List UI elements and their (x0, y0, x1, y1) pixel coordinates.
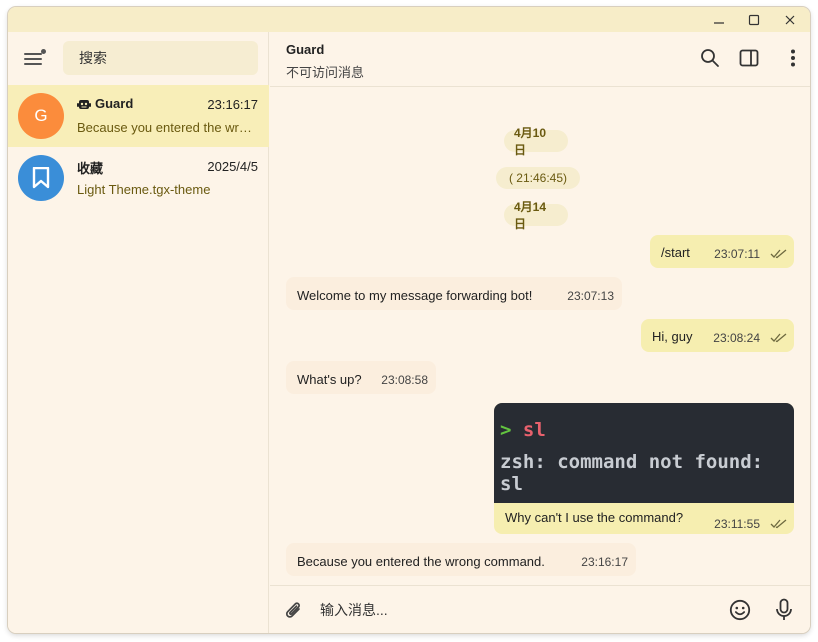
main-menu-button[interactable] (24, 49, 46, 67)
close-icon (785, 15, 795, 24)
message-text: Hi, guy (652, 329, 693, 344)
time-separator: ( 21:46:45) (496, 167, 580, 189)
message-text: /start (661, 245, 690, 260)
message-outgoing[interactable]: /start 23:07:11 (650, 235, 794, 268)
message-text: Why can't I use the command? (505, 510, 684, 525)
terminal-output: zsh: command not found: sl (500, 451, 764, 495)
more-icon (791, 49, 795, 67)
message-composer: 输入消息... (270, 585, 810, 633)
message-incoming[interactable]: Welcome to my message forwarding bot! 23… (286, 277, 622, 310)
message-time: 23:11:55 (714, 517, 760, 531)
sidebar-toggle-icon (739, 49, 759, 67)
emoji-icon (729, 599, 751, 621)
message-time: 23:16:17 (581, 555, 628, 569)
chat-preview: Light Theme.tgx-theme (77, 182, 211, 197)
terminal-command: sl (522, 419, 546, 441)
minimize-button[interactable] (704, 7, 734, 32)
chat-item-saved-messages[interactable]: 收藏 2025/4/5 Light Theme.tgx-theme (8, 147, 269, 209)
chat-header: Guard 不可访问消息 (270, 32, 810, 87)
message-time: 23:08:24 (713, 331, 760, 345)
message-outgoing[interactable]: Hi, guy 23:08:24 (641, 319, 794, 352)
message-list[interactable]: 4月10日 ( 21:46:45) 4月14日 /start 23:07:11 … (270, 88, 810, 584)
maximize-button[interactable] (739, 7, 769, 32)
emoji-button[interactable] (728, 598, 752, 622)
chat-name: 收藏 (77, 161, 104, 176)
app-window: 搜索 G Guard 23:16:17 Because you entered … (8, 7, 810, 633)
attach-button[interactable] (281, 598, 305, 622)
search-placeholder: 搜索 (79, 50, 107, 66)
message-outgoing-image[interactable]: > sl zsh: command not found: sl Why can'… (494, 403, 794, 534)
close-button[interactable] (775, 7, 805, 32)
microphone-icon (776, 598, 792, 620)
message-incoming[interactable]: Because you entered the wrong command. 2… (286, 543, 636, 576)
notification-dot-icon (41, 49, 46, 54)
message-input[interactable]: 输入消息... (320, 600, 388, 620)
terminal-screenshot-image[interactable]: > sl zsh: command not found: sl (494, 403, 794, 503)
peer-name[interactable]: Guard (286, 42, 324, 57)
title-bar (8, 7, 810, 32)
date-separator: 4月14日 (504, 200, 568, 231)
read-checkmarks-icon (770, 519, 787, 529)
chat-name: Guard (77, 96, 133, 111)
terminal-prompt: > (500, 419, 512, 441)
message-incoming[interactable]: What's up? 23:08:58 (286, 361, 436, 394)
message-time: 23:07:13 (567, 289, 614, 303)
message-text: Welcome to my message forwarding bot! (297, 288, 533, 303)
bookmark-icon (32, 167, 50, 189)
minimize-icon (714, 21, 724, 24)
search-icon (701, 49, 719, 67)
search-input[interactable]: 搜索 (63, 41, 258, 75)
chat-item-guard[interactable]: G Guard 23:16:17 Because you entered the… (8, 85, 269, 147)
chat-panel: Guard 不可访问消息 4月10日 (21:46:45) 4月14日 /st… (270, 32, 810, 633)
message-text: What's up? (297, 372, 362, 387)
sidebar-toggle-button[interactable] (737, 46, 761, 70)
avatar: G (18, 93, 64, 139)
message-time: 23:07:11 (714, 247, 760, 261)
more-button[interactable] (781, 46, 805, 70)
maximize-icon (748, 14, 760, 25)
bot-icon (77, 99, 91, 109)
chat-preview: Because you entered the wrong command. (77, 120, 259, 135)
attach-icon (285, 602, 300, 618)
chat-time: 2025/4/5 (207, 159, 258, 174)
avatar (18, 155, 64, 201)
chat-time: 23:16:17 (207, 97, 258, 112)
read-checkmarks-icon (770, 333, 787, 343)
voice-record-button[interactable] (772, 598, 796, 622)
chat-list-sidebar: 搜索 G Guard 23:16:17 Because you entered … (8, 32, 269, 633)
date-separator: 4月10日 (504, 126, 568, 157)
message-time: 23:08:58 (381, 373, 428, 387)
message-text: Because you entered the wrong command. (297, 554, 545, 569)
peer-status: 不可访问消息 (286, 65, 365, 80)
read-checkmarks-icon (770, 249, 787, 259)
search-button[interactable] (698, 46, 722, 70)
